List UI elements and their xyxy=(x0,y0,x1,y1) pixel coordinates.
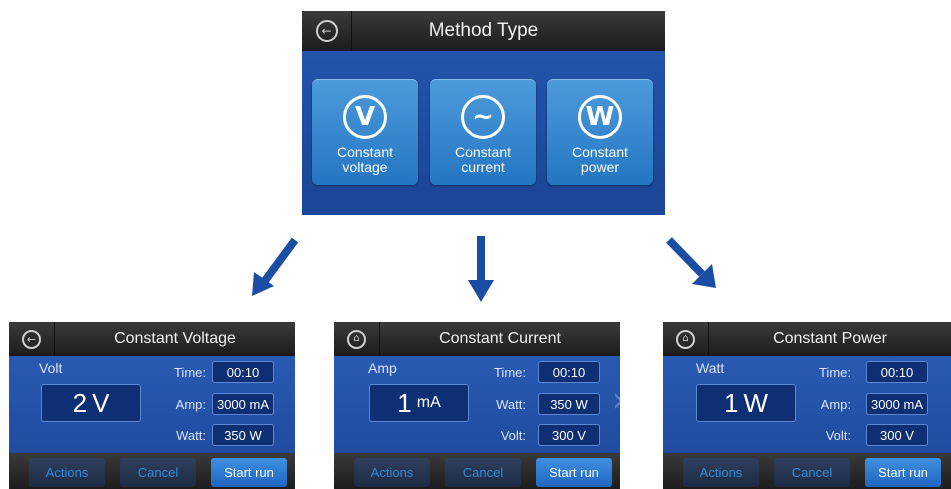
actions-button[interactable]: Actions xyxy=(354,458,430,487)
watt-label: Watt: xyxy=(496,397,526,412)
title-bar: ← Constant Voltage xyxy=(9,322,295,356)
home-icon: ⌂ xyxy=(676,329,695,349)
time-field[interactable]: 00:10 xyxy=(538,361,600,383)
arrow-down-right-icon xyxy=(666,237,716,288)
home-button[interactable]: ⌂ xyxy=(663,322,709,356)
volt-field[interactable]: 300 V xyxy=(866,424,928,446)
title-bar: ⌂ Constant Power xyxy=(663,322,951,356)
start-run-button[interactable]: Start run xyxy=(865,458,941,487)
start-run-button[interactable]: Start run xyxy=(211,458,287,487)
home-button[interactable]: ⌂ xyxy=(334,322,380,356)
amp-field[interactable]: 3000 mA xyxy=(866,393,928,415)
chevron-right-icon[interactable]: › xyxy=(612,380,620,420)
back-button[interactable]: ← xyxy=(302,11,352,51)
watt-field[interactable]: 350 W xyxy=(212,424,274,446)
time-field[interactable]: 00:10 xyxy=(866,361,928,383)
main-value: 2 xyxy=(72,387,88,418)
method-label: Constant voltage xyxy=(336,144,394,175)
power-value-field[interactable]: 1 W xyxy=(696,384,796,422)
time-label: Time: xyxy=(173,365,206,380)
back-button[interactable]: ← xyxy=(9,322,55,356)
amp-label: Amp: xyxy=(820,397,851,412)
main-unit: mA xyxy=(416,394,441,411)
time-label: Time: xyxy=(818,365,851,380)
volt-field[interactable]: 300 V xyxy=(538,424,600,446)
screen-title: Constant Power xyxy=(773,330,887,347)
amp-field[interactable]: 3000 mA xyxy=(212,393,274,415)
main-value: 1 xyxy=(397,387,412,418)
watt-field[interactable]: 350 W xyxy=(538,393,600,415)
cancel-button[interactable]: Cancel xyxy=(445,458,521,487)
page-title: Method Type xyxy=(428,20,539,41)
cancel-button[interactable]: Cancel xyxy=(774,458,850,487)
voltage-value-field[interactable]: 2 V xyxy=(41,384,141,422)
footer-bar: Actions Cancel Start run xyxy=(9,453,295,489)
power-icon: W xyxy=(578,95,622,139)
title-bar: ⌂ Constant Current xyxy=(334,322,620,356)
constant-current-button[interactable]: ~ Constant current xyxy=(430,79,536,185)
unit-label: Watt xyxy=(696,360,725,376)
screen-title: Constant Voltage xyxy=(114,330,236,347)
home-icon: ⌂ xyxy=(347,329,366,349)
footer-bar: Actions Cancel Start run xyxy=(663,453,951,489)
arrow-down-left-icon xyxy=(252,237,299,296)
back-arrow-icon: ← xyxy=(22,329,41,349)
current-value-field[interactable]: 1 mA xyxy=(369,384,469,422)
watt-label: Watt: xyxy=(176,428,206,443)
constant-current-screen: ⌂ Constant Current Amp 1 mA Time: 00:10 … xyxy=(334,322,620,489)
footer-bar: Actions Cancel Start run xyxy=(334,453,620,489)
constant-power-screen: ⌂ Constant Power Watt 1 W Time: 00:10 Am… xyxy=(663,322,951,489)
amp-label: Amp: xyxy=(175,397,206,412)
cancel-button[interactable]: Cancel xyxy=(120,458,196,487)
voltage-icon: V xyxy=(343,95,387,139)
constant-power-button[interactable]: W Constant power xyxy=(547,79,653,185)
method-type-screen: ← Method Type V Constant voltage ~ Const… xyxy=(302,11,665,215)
main-unit: V xyxy=(92,387,110,418)
screen-title: Constant Current xyxy=(439,330,561,347)
arrow-down-icon xyxy=(468,236,494,302)
time-label: Time: xyxy=(493,365,526,380)
back-arrow-icon: ← xyxy=(315,20,338,42)
constant-voltage-button[interactable]: V Constant voltage xyxy=(312,79,418,185)
actions-button[interactable]: Actions xyxy=(683,458,759,487)
constant-voltage-screen: ← Constant Voltage Volt 2 V Time: 00:10 … xyxy=(9,322,295,489)
main-value: 1 xyxy=(723,387,739,418)
current-icon: ~ xyxy=(461,95,505,139)
unit-label: Volt xyxy=(39,360,63,376)
volt-label: Volt: xyxy=(500,428,526,443)
actions-button[interactable]: Actions xyxy=(29,458,105,487)
volt-label: Volt: xyxy=(825,428,851,443)
time-field[interactable]: 00:10 xyxy=(212,361,274,383)
start-run-button[interactable]: Start run xyxy=(536,458,612,487)
method-label: Constant power xyxy=(571,144,629,175)
title-bar: ← Method Type xyxy=(302,11,665,51)
method-label: Constant current xyxy=(454,144,512,175)
unit-label: Amp xyxy=(368,360,397,376)
main-unit: W xyxy=(743,387,768,418)
